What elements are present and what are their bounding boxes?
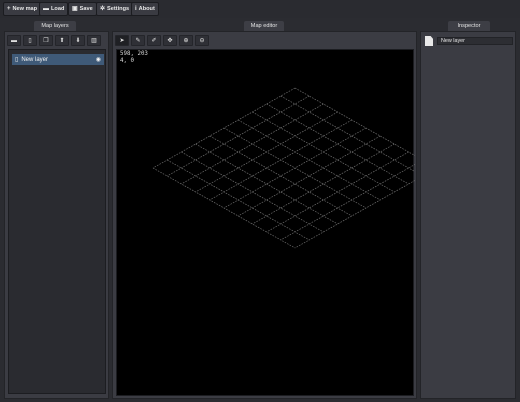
- folder-icon: ▬: [11, 37, 17, 44]
- cursor-tile-readout: 4, 0: [120, 57, 134, 64]
- layer-item[interactable]: ▯ New layer ◉: [12, 54, 104, 65]
- delete-layer-button[interactable]: ▥: [87, 35, 101, 46]
- grid-line-col: [280, 163, 415, 241]
- zoom-in-icon: ⊕: [183, 38, 189, 44]
- layers-toolbar: ▬ ▯ ❐ ⬆ ⬇ ▥: [7, 35, 101, 46]
- open-layer-button[interactable]: ▬: [7, 35, 21, 46]
- isometric-grid: [152, 87, 415, 249]
- layer-doc-icon: ▯: [15, 57, 19, 63]
- move-icon: ✥: [167, 38, 173, 44]
- inspector-panel: [420, 31, 516, 399]
- editor-toolbar: ➤ ✎ ✐ ✥ ⊕ ⊖: [115, 35, 209, 46]
- map-layers-tab: Map layers: [34, 21, 76, 31]
- layer-name-field[interactable]: [437, 37, 513, 45]
- copy-icon: ❐: [43, 38, 49, 44]
- duplicate-layer-button[interactable]: ❐: [39, 35, 53, 46]
- arrow-up-icon: ⬆: [59, 38, 65, 44]
- plus-icon: +: [7, 6, 11, 12]
- about-button[interactable]: i About: [131, 2, 159, 16]
- layer-list: ▯ New layer ◉: [8, 49, 106, 394]
- folder-icon: ▬: [43, 6, 49, 12]
- trash-icon: ▥: [91, 38, 97, 44]
- move-layer-down-button[interactable]: ⬇: [71, 35, 85, 46]
- map-editor-tab: Map editor: [244, 21, 284, 31]
- grid-line-col: [195, 111, 338, 193]
- info-icon: i: [135, 6, 137, 12]
- menu-bar: + New map ▬ Load ▣ Save ✲ Settings i Abo…: [0, 0, 520, 18]
- zoom-out-icon: ⊖: [199, 38, 205, 44]
- eraser-icon: ✐: [151, 38, 157, 44]
- zoom-out-button[interactable]: ⊖: [195, 35, 209, 46]
- cursor-coordinates: 598, 203 4, 0: [120, 51, 148, 64]
- move-tool-button[interactable]: ✥: [163, 35, 177, 46]
- move-layer-up-button[interactable]: ⬆: [55, 35, 69, 46]
- new-file-icon: ▯: [28, 38, 32, 44]
- map-canvas[interactable]: 598, 203 4, 0: [116, 49, 415, 396]
- settings-button[interactable]: ✲ Settings: [96, 2, 134, 16]
- grid-line-row: [280, 95, 415, 173]
- eye-icon[interactable]: ◉: [96, 56, 101, 63]
- cursor-pixel-readout: 598, 203: [120, 51, 148, 57]
- pencil-tool-button[interactable]: ✎: [131, 35, 145, 46]
- file-icon: [425, 36, 433, 46]
- zoom-in-button[interactable]: ⊕: [179, 35, 193, 46]
- cursor-icon: ➤: [119, 38, 125, 44]
- save-button[interactable]: ▣ Save: [68, 2, 97, 16]
- about-label: About: [138, 6, 155, 12]
- save-label: Save: [79, 6, 93, 12]
- new-map-button[interactable]: + New map: [3, 2, 42, 16]
- load-button[interactable]: ▬ Load: [39, 2, 69, 16]
- eraser-tool-button[interactable]: ✐: [147, 35, 161, 46]
- grid-line-col: [294, 179, 415, 249]
- save-icon: ▣: [72, 6, 78, 12]
- arrow-down-icon: ⬇: [75, 38, 81, 44]
- inspector-tab: Inspector: [448, 21, 490, 31]
- select-tool-button[interactable]: ➤: [115, 35, 129, 46]
- new-map-label: New map: [12, 6, 38, 12]
- layer-name: New layer: [21, 56, 48, 63]
- gear-icon: ✲: [100, 6, 106, 12]
- pencil-icon: ✎: [135, 38, 141, 44]
- load-label: Load: [51, 6, 65, 12]
- new-layer-button[interactable]: ▯: [23, 35, 37, 46]
- grid-line-row: [294, 87, 415, 157]
- map-layers-panel: ▬ ▯ ❐ ⬆ ⬇ ▥ ▯ New layer ◉: [4, 31, 109, 399]
- map-editor-panel: ➤ ✎ ✐ ✥ ⊕ ⊖ 598, 203 4, 0: [112, 31, 417, 399]
- settings-label: Settings: [107, 6, 130, 12]
